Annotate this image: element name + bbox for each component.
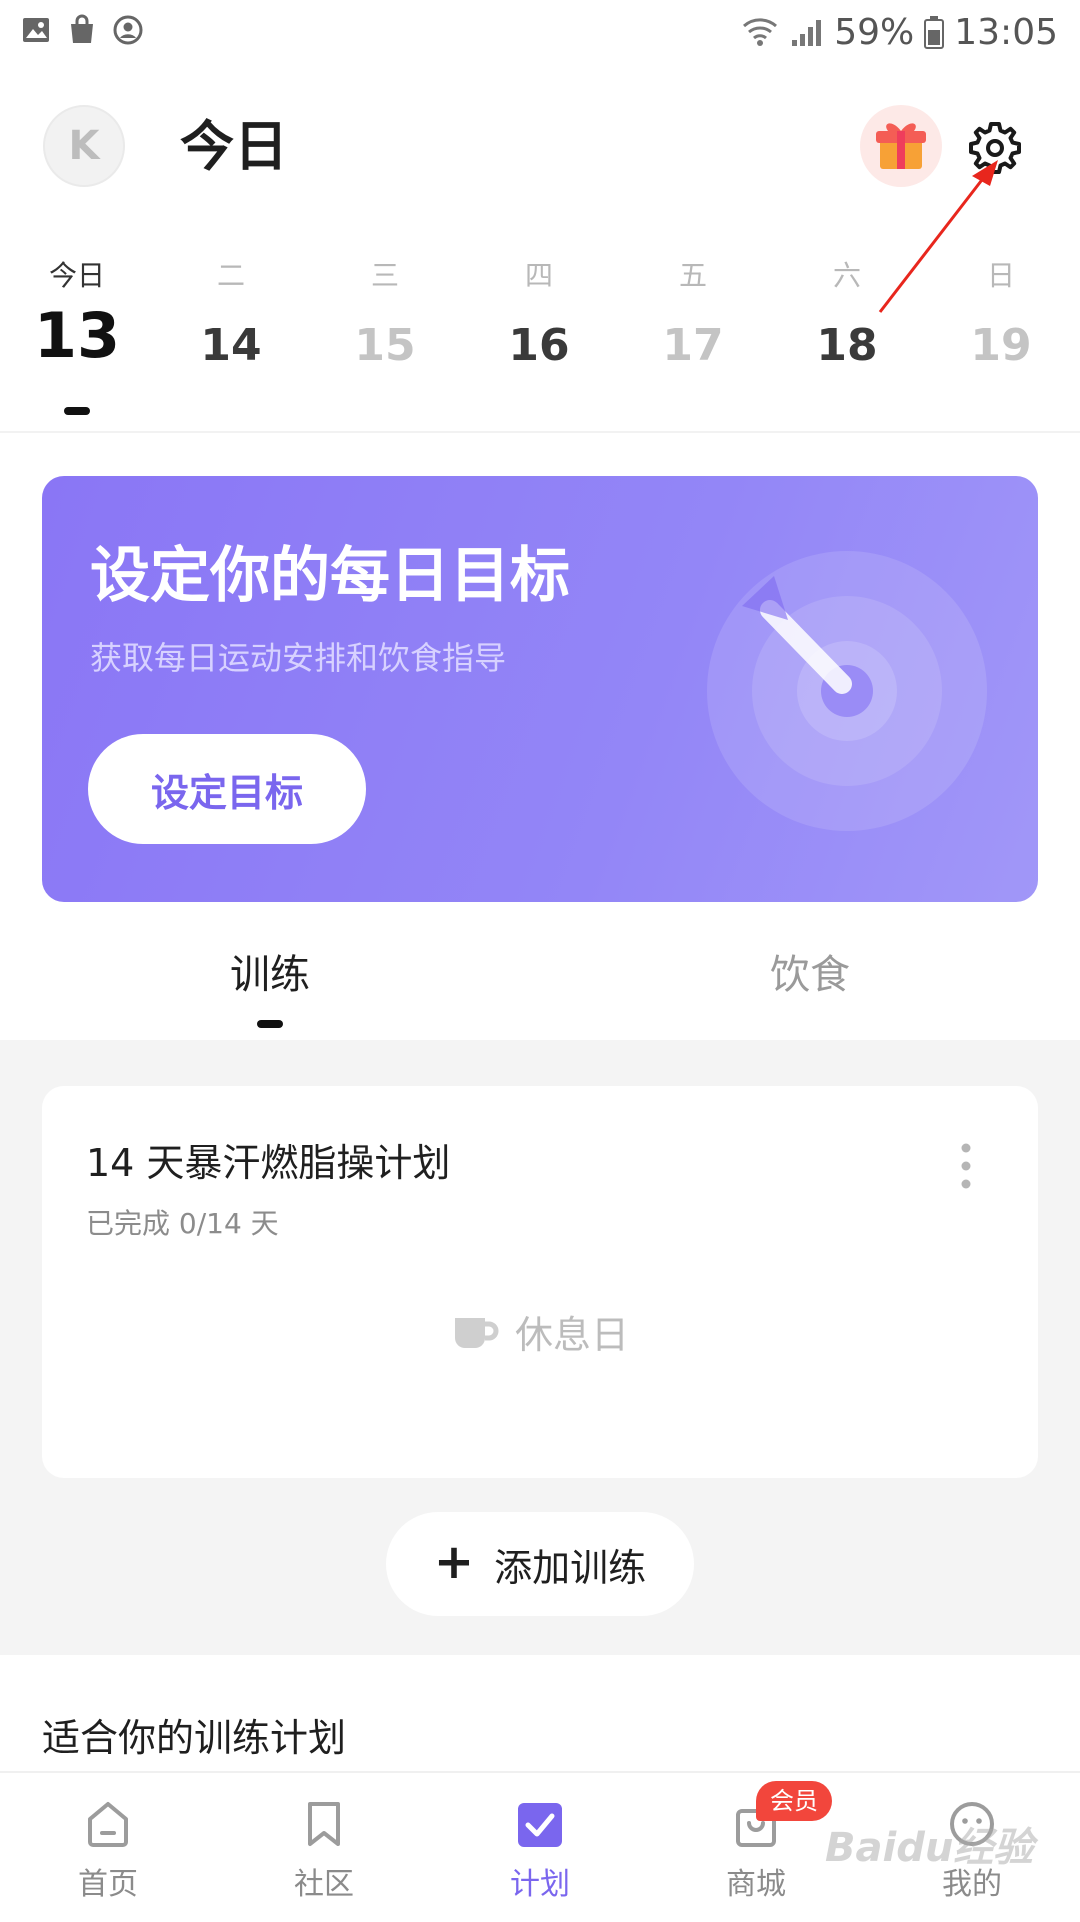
plan-progress: 已完成 0/14 天 [86, 1207, 279, 1240]
plan-card[interactable]: 14 天暴汗燃脂操计划 已完成 0/14 天 休息日 [42, 1086, 1038, 1478]
recommended-plans-title: 适合你的训练计划 [42, 1716, 347, 1760]
avatar-initial: K [68, 123, 100, 169]
target-icon [707, 551, 987, 831]
coffee-cup-icon [454, 1317, 499, 1348]
weekday-label: 五 [678, 259, 707, 292]
rest-day-row: 休息日 [42, 1304, 1038, 1359]
tab-indicator [257, 1020, 283, 1028]
gallery-icon [23, 18, 49, 42]
weekday-label: 今日 [48, 259, 105, 292]
status-time: 13:05 [954, 11, 1058, 53]
date-number: 15 [354, 320, 416, 371]
check-box-icon [518, 1803, 562, 1847]
weekday-label: 三 [370, 259, 399, 292]
signal-icon [792, 20, 822, 46]
battery-icon [924, 16, 945, 49]
tab-diet[interactable]: 饮食 [710, 945, 910, 1005]
week-strip: 今日 13 二 14 三 15 四 16 五 17 六 18 日 19 [0, 250, 1080, 430]
date-number: 16 [508, 320, 570, 371]
more-vertical-icon[interactable] [954, 1140, 978, 1192]
status-bar: 59% 13:05 [0, 0, 1080, 64]
date-number: 18 [816, 320, 878, 371]
plan-title: 14 天暴汗燃脂操计划 [86, 1141, 451, 1185]
weekday-label: 日 [986, 259, 1015, 292]
home-icon [88, 1802, 128, 1847]
plus-icon: + [433, 1534, 475, 1590]
watermark: Baidu经验 [825, 1825, 1034, 1871]
nav-label: 计划 [510, 1867, 570, 1902]
account-circle-icon [113, 15, 143, 45]
set-goal-button[interactable]: 设定目标 [88, 734, 366, 844]
date-number: 17 [662, 320, 724, 371]
nav-label: 社区 [294, 1867, 354, 1902]
date-number: 13 [33, 299, 121, 372]
nav-plan[interactable]: 计划 [432, 1773, 648, 1922]
weekday-label: 四 [524, 259, 553, 292]
nav-label: 首页 [78, 1867, 138, 1902]
vip-badge: 会员 [756, 1781, 832, 1821]
page-title: 今日 [180, 115, 288, 178]
bookmark-icon [308, 1802, 340, 1846]
banner-title: 设定你的每日目标 [90, 541, 570, 611]
today-indicator [64, 407, 90, 415]
battery-percent: 59% [834, 11, 915, 53]
shopping-bag-icon [71, 14, 93, 43]
tab-training[interactable]: 训练 [170, 945, 370, 1005]
rest-day-label: 休息日 [514, 1313, 629, 1357]
nav-home[interactable]: 首页 [0, 1773, 216, 1922]
avatar[interactable]: K [43, 105, 125, 187]
weekday-label: 二 [216, 259, 245, 292]
divider [0, 431, 1080, 433]
date-number: 14 [200, 320, 262, 371]
weekday-label: 六 [832, 259, 861, 292]
add-training-button[interactable]: + 添加训练 [386, 1512, 694, 1616]
wifi-icon [743, 18, 778, 46]
nav-community[interactable]: 社区 [216, 1773, 432, 1922]
daily-goal-banner[interactable]: 设定你的每日目标 获取每日运动安排和饮食指导 设定目标 [42, 476, 1038, 902]
add-training-label: 添加训练 [494, 1545, 647, 1590]
date-number: 19 [970, 320, 1032, 371]
banner-subtitle: 获取每日运动安排和饮食指导 [90, 639, 507, 677]
